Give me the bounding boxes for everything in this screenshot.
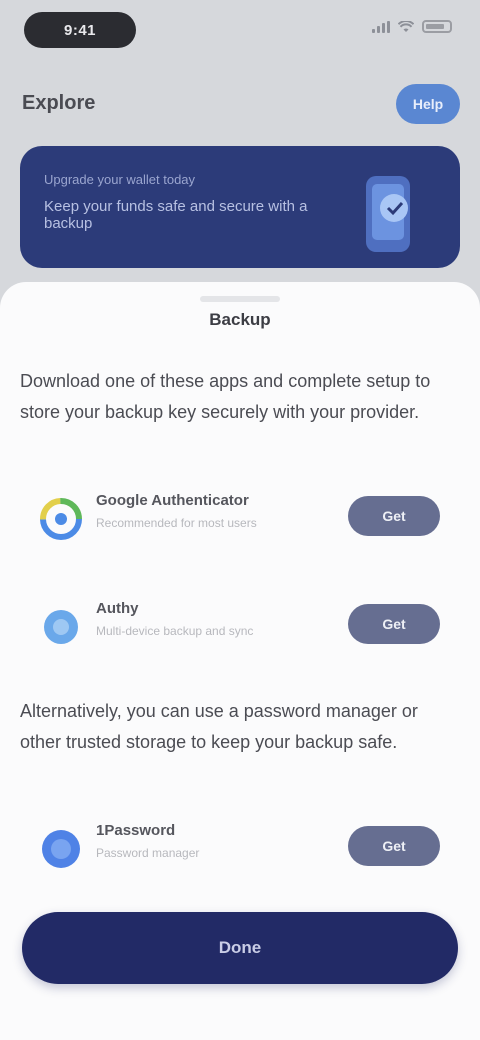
- app-row-1password[interactable]: 1Password Password manager Get: [20, 810, 460, 884]
- banner-caption: Upgrade your wallet today: [44, 172, 196, 187]
- app-subtitle: Password manager: [96, 846, 200, 860]
- app-subtitle: Multi-device backup and sync: [96, 624, 254, 638]
- app-row-authy[interactable]: Authy Multi-device backup and sync Get: [20, 588, 460, 662]
- get-app-button[interactable]: Get: [348, 496, 440, 536]
- app-row-google-authenticator[interactable]: Google Authenticator Recommended for mos…: [20, 480, 460, 554]
- app-name: Authy: [96, 600, 139, 617]
- backup-sheet: Backup Download one of these apps and co…: [0, 282, 480, 1040]
- banner-text: Keep your funds safe and secure with a b…: [44, 198, 308, 232]
- app-subtitle: Recommended for most users: [96, 516, 257, 530]
- instructions-text: Download one of these apps and complete …: [20, 371, 431, 422]
- google-authenticator-icon: [40, 498, 82, 540]
- page-title: Explore: [22, 92, 96, 114]
- 1password-icon: [42, 830, 80, 868]
- wifi-icon: [398, 20, 414, 32]
- sheet-drag-handle[interactable]: [200, 296, 280, 302]
- help-button[interactable]: Help: [396, 84, 460, 124]
- sheet-title: Backup: [209, 310, 271, 329]
- get-app-button[interactable]: Get: [348, 826, 440, 866]
- authy-icon: [44, 610, 78, 644]
- phone-illustration-icon: [366, 176, 410, 252]
- promo-banner[interactable]: Upgrade your wallet today Keep your fund…: [20, 146, 460, 268]
- status-time: 9:41: [24, 12, 136, 48]
- app-name: Google Authenticator: [96, 492, 249, 509]
- battery-icon: [422, 20, 452, 33]
- signal-icon: [372, 20, 390, 33]
- alternative-text: Alternatively, you can use a password ma…: [20, 701, 418, 752]
- get-app-button[interactable]: Get: [348, 604, 440, 644]
- app-name: 1Password: [96, 822, 176, 839]
- status-indicators: [372, 20, 452, 33]
- background-page: 9:41 Explore Help Upgrade your wallet to…: [0, 0, 480, 330]
- done-button[interactable]: Done: [22, 912, 458, 984]
